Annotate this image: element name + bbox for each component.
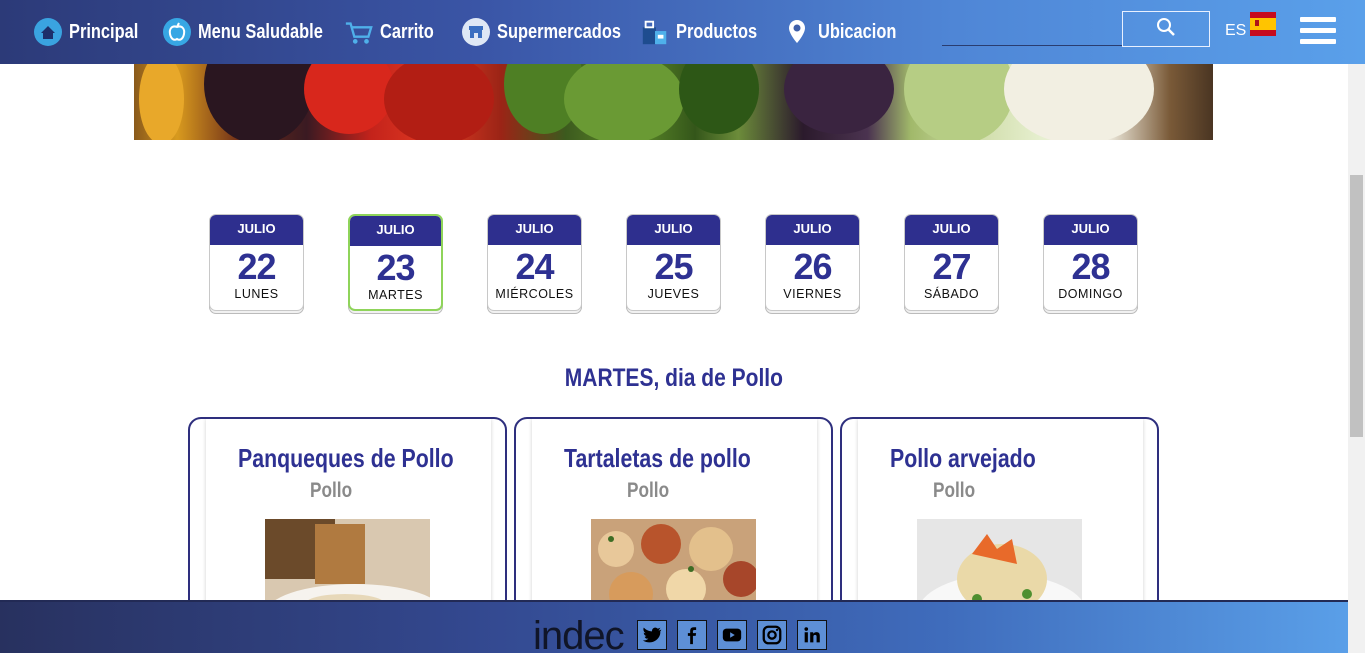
calendar-card-selected: JULIO 23 MARTES (348, 214, 443, 311)
scrollbar-thumb[interactable] (1350, 175, 1363, 437)
calendar-day-28[interactable]: JULIO 28 DOMINGO (1043, 214, 1138, 314)
language-label[interactable]: ES (1225, 22, 1246, 40)
footer: indec (0, 600, 1348, 653)
nav-label-supermercados: Supermercados (497, 20, 621, 43)
calendar-day-number: 23 (376, 247, 415, 288)
calendar-day-25[interactable]: JULIO 25 JUEVES (626, 214, 721, 314)
calendar-month: JULIO (905, 215, 998, 245)
facebook-icon[interactable] (677, 620, 707, 650)
calendar-day-26[interactable]: JULIO 26 VIERNES (765, 214, 860, 314)
location-pin-icon (782, 17, 812, 47)
calendar-day-22[interactable]: JULIO 22 LUNES (209, 214, 304, 314)
products-icon (640, 17, 670, 47)
calendar-card: JULIO 26 VIERNES (765, 214, 860, 311)
nav-item-ubicacion[interactable]: Ubicacion (782, 0, 914, 64)
calendar-card: JULIO 22 LUNES (209, 214, 304, 311)
menu-day-title-text: MARTES, dia de Pollo (564, 364, 784, 392)
calendar-card: JULIO 24 MIÉRCOLES (487, 214, 582, 311)
spain-flag-icon[interactable] (1250, 12, 1276, 36)
hamburger-menu-icon[interactable] (1300, 17, 1336, 47)
calendar-month: JULIO (766, 215, 859, 245)
calendar-weekday: JUEVES (647, 287, 700, 301)
calendar-month: JULIO (1044, 215, 1137, 245)
calendar-day-23[interactable]: JULIO 23 MARTES (348, 214, 443, 314)
nav-item-principal[interactable]: Principal (33, 0, 153, 64)
top-navbar: Principal Menu Saludable Carrito Superme… (0, 0, 1365, 64)
search-button[interactable] (1122, 11, 1210, 47)
nav-label-carrito: Carrito (380, 20, 434, 43)
calendar-month: JULIO (350, 216, 441, 246)
youtube-icon[interactable] (717, 620, 747, 650)
calendar-card: JULIO 27 SÁBADO (904, 214, 999, 311)
nav-item-carrito[interactable]: Carrito (344, 0, 446, 64)
recipe-title[interactable]: Tartaletas de pollo (564, 443, 792, 474)
recipe-category: Pollo (627, 479, 670, 502)
recipe-category: Pollo (310, 479, 353, 502)
nav-item-productos[interactable]: Productos (640, 0, 775, 64)
calendar-day-27[interactable]: JULIO 27 SÁBADO (904, 214, 999, 314)
calendar-month: JULIO (627, 215, 720, 245)
search-icon (1156, 17, 1176, 42)
calendar-weekday: MIÉRCOLES (495, 287, 574, 301)
calendar-day-24[interactable]: JULIO 24 MIÉRCOLES (487, 214, 582, 314)
calendar-weekday: MARTES (368, 288, 423, 302)
calendar-weekday: SÁBADO (923, 287, 980, 301)
nav-item-supermercados[interactable]: Supermercados (461, 0, 648, 64)
instagram-icon[interactable] (757, 620, 787, 650)
calendar-day-number: 27 (932, 246, 971, 287)
calendar-day-number: 26 (793, 246, 832, 287)
nav-item-menu-saludable[interactable]: Menu Saludable (162, 0, 350, 64)
linkedin-icon[interactable] (797, 620, 827, 650)
hero-vegetables-image (134, 64, 1213, 140)
calendar-day-number: 28 (1071, 246, 1110, 287)
calendar-day-number: 25 (654, 246, 693, 287)
cart-icon (344, 17, 374, 47)
calendar-month: JULIO (488, 215, 581, 245)
store-icon (461, 17, 491, 47)
nav-label-menu-saludable: Menu Saludable (198, 20, 323, 43)
calendar-weekday: LUNES (234, 287, 279, 301)
calendar-card: JULIO 25 JUEVES (626, 214, 721, 311)
calendar-day-number: 22 (237, 246, 276, 287)
indec-logo[interactable]: indec (533, 616, 625, 653)
home-icon (33, 17, 63, 47)
recipe-category: Pollo (933, 479, 976, 502)
page: Principal Menu Saludable Carrito Superme… (0, 0, 1365, 653)
calendar-weekday: DOMINGO (1058, 287, 1123, 301)
recipe-title[interactable]: Pollo arvejado (890, 443, 1068, 474)
menu-day-title: MARTES, dia de Pollo (0, 364, 1348, 393)
calendar-month: JULIO (210, 215, 303, 245)
calendar-weekday: VIERNES (783, 287, 842, 301)
nav-label-ubicacion: Ubicacion (818, 20, 897, 43)
recipe-title[interactable]: Panqueques de Pollo (238, 443, 501, 474)
search-input[interactable] (942, 45, 1122, 46)
nav-label-productos: Productos (676, 20, 758, 43)
calendar-card: JULIO 28 DOMINGO (1043, 214, 1138, 311)
nav-label-principal: Principal (69, 20, 139, 43)
calendar-day-number: 24 (515, 246, 554, 287)
twitter-icon[interactable] (637, 620, 667, 650)
apple-icon (162, 17, 192, 47)
